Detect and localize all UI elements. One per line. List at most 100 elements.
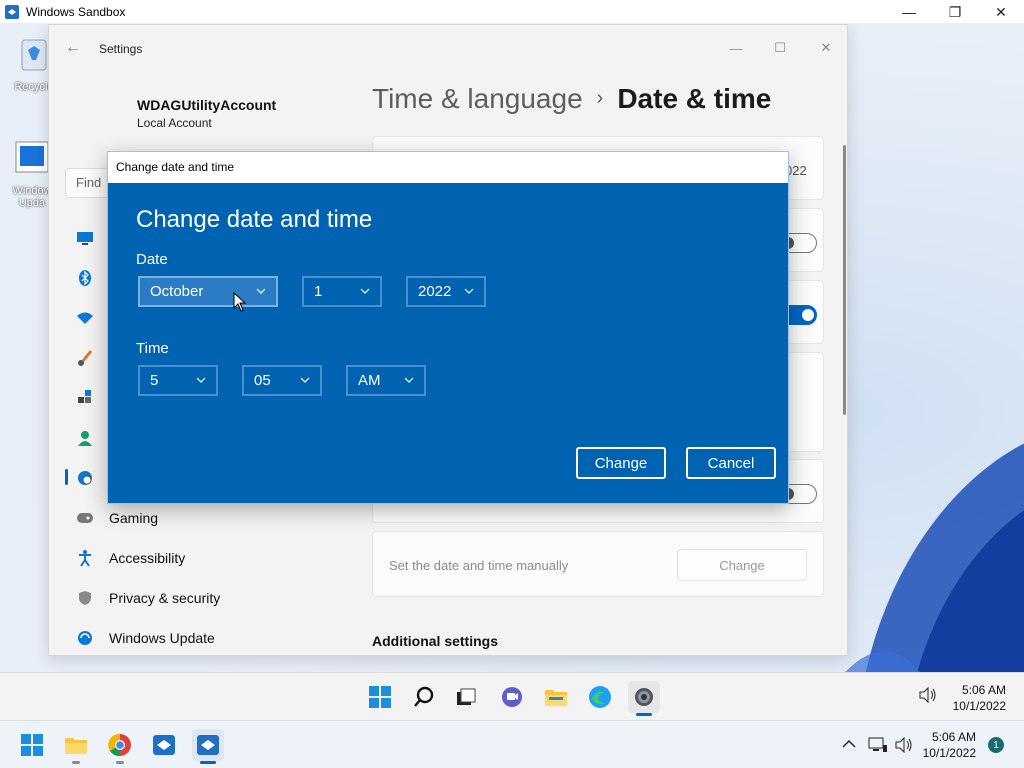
search-button[interactable] <box>408 681 440 713</box>
dialog-change-button[interactable]: Change <box>576 447 666 479</box>
globe-clock-icon <box>78 471 92 485</box>
chrome-running-indicator <box>116 761 124 764</box>
manual-change-button[interactable]: Change <box>677 549 807 581</box>
back-arrow-icon[interactable]: ← <box>65 39 83 57</box>
sandbox-taskbar: 5:06 AM 10/1/2022 <box>0 672 1024 720</box>
day-dropdown[interactable]: 1 <box>302 276 382 307</box>
dialog-title-bar: Change date and time <box>108 152 788 183</box>
explorer-running-indicator <box>72 761 80 764</box>
chevron-down-icon <box>404 377 414 383</box>
monitor-icon <box>77 232 93 245</box>
sidebar-item-privacy[interactable]: Privacy & security <box>65 580 335 616</box>
sidebar-item-label: Windows Update <box>109 630 215 646</box>
chevron-down-icon <box>300 377 310 383</box>
edge-button[interactable] <box>584 681 616 713</box>
hour-value: 5 <box>150 372 159 389</box>
sandbox-icon <box>197 735 219 755</box>
shield-icon <box>79 591 91 605</box>
host-chrome-button[interactable] <box>104 729 136 761</box>
sandbox-title-bar: Windows Sandbox — ❐ ✕ <box>0 0 1024 24</box>
volume-icon[interactable] <box>894 737 914 753</box>
sandbox-clock-date: 10/1/2022 <box>952 699 1006 713</box>
host-clock-time: 5:06 AM <box>931 730 976 744</box>
close-button[interactable]: ✕ <box>978 0 1024 24</box>
chevron-down-icon <box>196 377 206 383</box>
settings-minimize-button[interactable]: — <box>713 33 759 63</box>
maximize-button[interactable]: ❐ <box>932 0 978 24</box>
sandbox-title: Windows Sandbox <box>26 4 126 19</box>
host-clock[interactable]: 5:06 AM 10/1/2022 <box>916 729 976 761</box>
mouse-cursor-icon <box>233 292 247 312</box>
start-button[interactable] <box>364 681 396 713</box>
sidebar-item-label: Privacy & security <box>109 590 221 606</box>
ampm-value: AM <box>358 372 381 389</box>
hour-dropdown[interactable]: 5 <box>138 365 218 396</box>
settings-close-button[interactable]: ✕ <box>803 33 847 63</box>
folder-icon <box>545 690 567 706</box>
sandbox-clock[interactable]: 5:06 AM 10/1/2022 <box>946 682 1006 714</box>
minimize-button[interactable]: — <box>886 0 932 24</box>
network-icon[interactable] <box>868 737 888 753</box>
settings-scrollbar[interactable] <box>843 145 846 415</box>
host-sandbox-button-2[interactable] <box>192 729 224 761</box>
date-label: Date <box>136 251 168 268</box>
host-taskbar: 5:06 AM 10/1/2022 1 <box>0 720 1024 768</box>
day-value: 1 <box>314 283 323 300</box>
settings-title: Settings <box>99 42 143 56</box>
host-clock-date: 10/1/2022 <box>922 746 976 760</box>
settings-title-bar: ← Settings — ☐ ✕ <box>49 25 847 71</box>
host-start-button[interactable] <box>16 729 48 761</box>
chrome-icon <box>108 733 131 757</box>
gear-icon <box>635 688 653 706</box>
host-sandbox-button-1[interactable] <box>148 729 180 761</box>
apps-icon <box>78 390 91 403</box>
sidebar-item-windows-update[interactable]: Windows Update <box>65 620 335 655</box>
page-title: Date & time <box>617 83 772 114</box>
brush-icon <box>78 350 93 366</box>
sandbox-clock-time: 5:06 AM <box>961 683 1006 697</box>
update-icon <box>78 631 92 645</box>
dialog-cancel-button[interactable]: Cancel <box>686 447 776 479</box>
chevron-up-icon[interactable] <box>842 739 856 749</box>
sandbox-running-indicator <box>200 761 216 764</box>
task-view-icon <box>457 688 476 705</box>
breadcrumb-separator: › <box>596 87 604 109</box>
wifi-icon <box>77 312 93 324</box>
minute-dropdown[interactable]: 05 <box>242 365 322 396</box>
change-date-time-dialog: Change date and time Change date and tim… <box>107 151 789 504</box>
settings-taskbar-button[interactable] <box>628 681 660 713</box>
settings-maximize-button[interactable]: ☐ <box>757 33 803 63</box>
gamepad-icon <box>77 513 93 523</box>
file-explorer-button[interactable] <box>540 681 572 713</box>
bluetooth-icon <box>79 270 91 286</box>
time-label: Time <box>136 340 169 357</box>
sidebar-item-label: Accessibility <box>109 550 186 566</box>
windows-logo-icon <box>21 734 43 756</box>
host-file-explorer-button[interactable] <box>60 729 92 761</box>
month-dropdown[interactable]: October <box>138 276 278 307</box>
sidebar-item-accessibility[interactable]: Accessibility <box>65 540 335 576</box>
windows-update-icon <box>15 141 49 173</box>
manual-date-label: Set the date and time manually <box>389 558 569 573</box>
teams-chat-button[interactable] <box>496 681 528 713</box>
account-name: WDAGUtilityAccount <box>137 97 277 113</box>
volume-icon[interactable] <box>918 687 938 703</box>
sidebar-item-gaming[interactable]: Gaming <box>65 500 335 536</box>
search-icon <box>414 686 434 707</box>
breadcrumb: Time & language › Date & time <box>372 83 771 115</box>
edge-icon <box>589 686 611 708</box>
ampm-dropdown[interactable]: AM <box>346 365 426 396</box>
chat-icon <box>502 687 522 707</box>
windows-logo-icon <box>369 686 391 708</box>
settings-running-indicator <box>636 713 652 716</box>
dialog-heading: Change date and time <box>136 206 373 233</box>
task-view-button[interactable] <box>450 681 482 713</box>
year-dropdown[interactable]: 2022 <box>406 276 486 307</box>
sandbox-icon <box>153 735 175 755</box>
minute-value: 05 <box>254 372 271 389</box>
accessibility-icon <box>79 550 91 567</box>
person-icon <box>78 431 92 446</box>
account-type: Local Account <box>137 116 212 130</box>
notification-badge[interactable]: 1 <box>988 737 1004 753</box>
breadcrumb-parent[interactable]: Time & language <box>372 83 583 114</box>
